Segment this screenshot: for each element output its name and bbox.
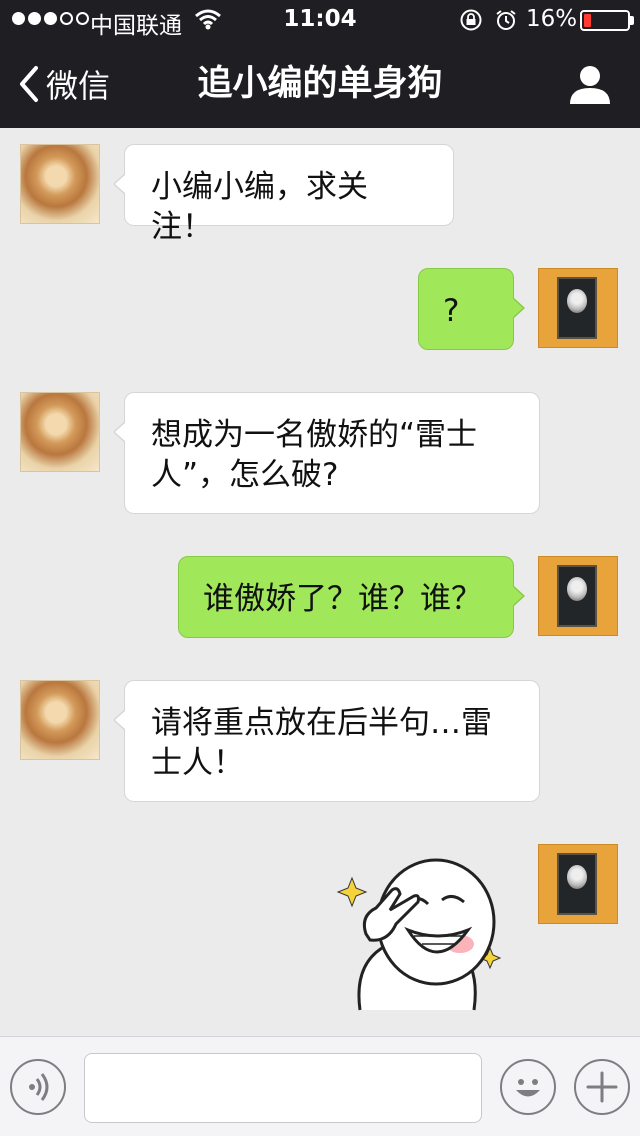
battery-icon (580, 10, 630, 31)
back-label: 微信 (46, 67, 111, 105)
chevron-left-icon (20, 66, 38, 102)
chat-title: 追小编的单身狗 (197, 64, 443, 104)
back-button[interactable]: 微信 (18, 62, 110, 106)
message-bubble-incoming[interactable]: 小编小编，求关注！ (113, 144, 454, 245)
my-avatar[interactable] (538, 268, 618, 348)
message-input[interactable] (84, 1053, 482, 1123)
message-list[interactable]: 小编小编，求关注！ ? 想成为一名傲娇的“雷士人”，怎么破? 谁傲娇了？谁？谁？… (0, 128, 640, 1036)
emoji-icon (516, 1079, 540, 1097)
voice-button[interactable] (10, 1059, 66, 1115)
my-avatar[interactable] (538, 844, 618, 924)
person-icon (570, 66, 610, 104)
rage-face-peace-sticker[interactable] (330, 838, 510, 1018)
rotation-lock-icon (460, 9, 482, 31)
input-bar (0, 1036, 640, 1136)
battery-level (584, 14, 591, 27)
alarm-icon (496, 10, 516, 30)
my-avatar[interactable] (538, 556, 618, 636)
message-text: ? (443, 293, 460, 329)
contact-avatar[interactable] (20, 680, 100, 760)
plus-icon (586, 1071, 618, 1103)
voice-icon (29, 1073, 49, 1101)
message-text: 小编小编，求关注！ (151, 169, 368, 245)
message-text: 谁傲娇了？谁？谁？ (203, 581, 482, 617)
profile-button[interactable] (566, 62, 614, 110)
message-bubble-outgoing[interactable]: 谁傲娇了？谁？谁？ (178, 556, 525, 638)
message-bubble-outgoing[interactable]: ? (418, 268, 525, 350)
message-bubble-incoming[interactable]: 请将重点放在后半句…雷士人！ (113, 680, 540, 802)
status-bar: 中国联通 11:04 16% (0, 0, 640, 40)
emoji-button[interactable] (500, 1059, 556, 1115)
more-button[interactable] (574, 1059, 630, 1115)
top-bar: 中国联通 11:04 16% 微信 追小编的单身狗 (0, 0, 640, 128)
message-text: 想成为一名傲娇的“雷士人”，怎么破? (151, 417, 478, 493)
battery-percent: 16% (526, 6, 578, 32)
message-bubble-incoming[interactable]: 想成为一名傲娇的“雷士人”，怎么破? (113, 392, 540, 514)
chat-screen: 中国联通 11:04 16% 微信 追小编的单身狗 小编小编，求关注！ ? 想成… (0, 0, 640, 1136)
contact-avatar[interactable] (20, 392, 100, 472)
message-text: 请将重点放在后半句…雷士人！ (151, 705, 492, 781)
contact-avatar[interactable] (20, 144, 100, 224)
